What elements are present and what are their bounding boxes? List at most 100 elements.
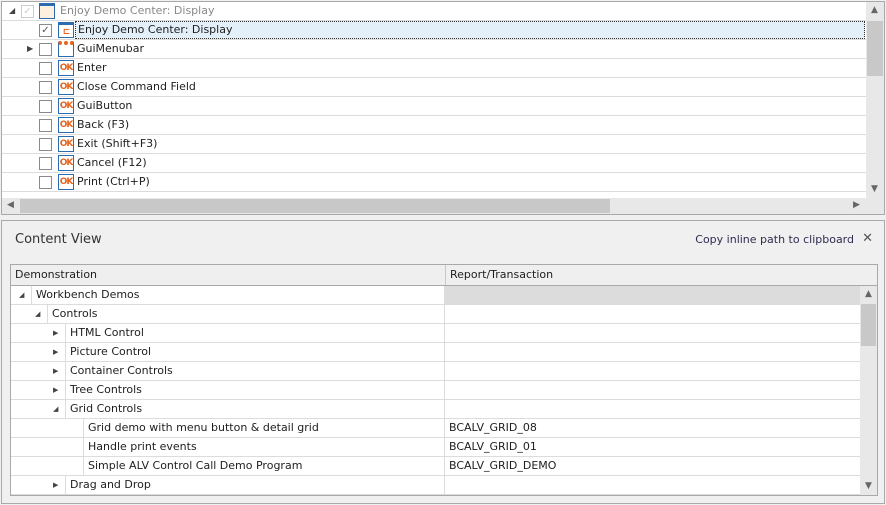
tree-item-label: Exit (Shift+F3) [77, 137, 158, 150]
panel-title: Content View [15, 232, 102, 247]
grid-row[interactable]: ◢ Grid Controls [11, 400, 860, 419]
ok-button-icon: OK [58, 79, 74, 95]
grid-row[interactable]: ◢ Controls [11, 305, 860, 324]
scroll-right-icon[interactable]: ▶ [848, 200, 865, 210]
ok-button-icon: OK [58, 98, 74, 114]
tree-item[interactable]: OK GuiButton [2, 97, 866, 116]
scroll-up-icon[interactable]: ▲ [860, 289, 877, 299]
expand-icon[interactable]: ▶ [53, 329, 58, 337]
grid-row[interactable]: Grid demo with menu button & detail grid… [11, 419, 860, 438]
item-checkbox[interactable] [39, 119, 52, 132]
ok-button-icon: OK [58, 60, 74, 76]
tree-item[interactable]: OK Print (Ctrl+P) [2, 173, 866, 192]
content-view-panel: Content View Copy inline path to clipboa… [1, 220, 885, 504]
report-cell [444, 324, 860, 342]
report-cell [444, 381, 860, 399]
demonstration-cell: Tree Controls [65, 381, 142, 399]
item-checkbox[interactable] [39, 43, 52, 56]
expand-icon[interactable]: ▶ [53, 348, 58, 356]
demonstration-cell: Container Controls [65, 362, 173, 380]
tree-item[interactable]: ▶ GuiMenubar [2, 40, 866, 59]
grid-row[interactable]: ▶ Tree Controls [11, 381, 860, 400]
report-cell: BCALV_GRID_01 [444, 438, 860, 456]
tree-item[interactable]: OK Exit (Shift+F3) [2, 135, 866, 154]
demonstration-cell: Drag and Drop [65, 476, 151, 494]
item-checkbox[interactable] [39, 157, 52, 170]
expand-icon[interactable]: ▶ [27, 44, 33, 53]
h-scroll-thumb[interactable] [20, 199, 610, 213]
item-checkbox[interactable] [39, 81, 52, 94]
scroll-down-icon[interactable]: ▼ [866, 184, 883, 194]
demonstration-cell: Simple ALV Control Call Demo Program [83, 457, 302, 475]
grid-header: Demonstration Report/Transaction [11, 265, 877, 286]
grid-row[interactable]: ▶ HTML Control [11, 324, 860, 343]
demonstration-cell: Grid demo with menu button & detail grid [83, 419, 319, 437]
item-checkbox[interactable]: ✓ [39, 24, 52, 37]
grid-scroll-thumb[interactable] [861, 304, 876, 346]
scroll-thumb[interactable] [867, 21, 883, 76]
grid-row[interactable]: ▶ Drag and Drop [11, 476, 860, 495]
grid-row[interactable]: ◢ Workbench Demos [11, 286, 860, 305]
tree-root-row[interactable]: ◢ ✓ Enjoy Demo Center: Display [2, 2, 866, 21]
grid-vertical-scrollbar[interactable]: ▲ ▼ [860, 286, 877, 495]
grid-row[interactable]: ▶ Picture Control [11, 343, 860, 362]
tree-item[interactable]: OK Back (F3) [2, 116, 866, 135]
grid-row[interactable]: Handle print events BCALV_GRID_01 [11, 438, 860, 457]
tree-root-label: Enjoy Demo Center: Display [60, 4, 215, 17]
scroll-down-icon[interactable]: ▼ [860, 481, 877, 491]
demonstration-cell: Handle print events [83, 438, 197, 456]
ok-button-icon: OK [58, 155, 74, 171]
demonstration-cell: Picture Control [65, 343, 151, 361]
scroll-up-icon[interactable]: ▲ [866, 5, 883, 15]
scroll-left-icon[interactable]: ◀ [2, 200, 19, 210]
collapse-icon[interactable]: ◢ [35, 310, 40, 318]
expand-icon[interactable]: ▶ [53, 367, 58, 375]
window-icon [39, 3, 55, 19]
demonstration-cell: Workbench Demos [31, 286, 140, 304]
tree-item[interactable]: OK Enter [2, 59, 866, 78]
demo-grid: Demonstration Report/Transaction ◢ Workbe… [10, 264, 878, 496]
tree-item[interactable]: ✓ ⊏ Enjoy Demo Center: Display [2, 21, 866, 40]
grid-row[interactable]: ▶ Container Controls [11, 362, 860, 381]
report-cell: BCALV_GRID_DEMO [444, 457, 860, 475]
column-header-demonstration[interactable]: Demonstration [15, 268, 97, 281]
expand-icon[interactable]: ▶ [53, 481, 58, 489]
expand-icon[interactable]: ▶ [53, 386, 58, 394]
menubar-icon [58, 41, 74, 57]
tree-item-label: Enter [77, 61, 107, 74]
report-cell [444, 476, 860, 494]
close-icon[interactable]: ✕ [862, 231, 873, 246]
tree-item-label: Close Command Field [77, 80, 196, 93]
element-tree-panel: ◢ ✓ Enjoy Demo Center: Display ✓ ⊏ Enjoy D… [1, 1, 885, 215]
horizontal-scrollbar[interactable]: ◀ ▶ [2, 198, 884, 214]
tree-item-label: Print (Ctrl+P) [77, 175, 150, 188]
vertical-scrollbar[interactable]: ▲ ▼ [866, 2, 884, 198]
collapse-icon[interactable]: ◢ [53, 405, 58, 413]
item-checkbox[interactable] [39, 62, 52, 75]
root-checkbox: ✓ [21, 5, 34, 18]
tree-item[interactable]: OK Cancel (F12) [2, 154, 866, 173]
tree-item-label: GuiMenubar [77, 42, 144, 55]
item-checkbox[interactable] [39, 100, 52, 113]
tree-item[interactable]: OK Close Command Field [2, 78, 866, 97]
report-cell [444, 400, 860, 418]
demonstration-cell: Controls [47, 305, 98, 323]
tree-item-label: GuiButton [77, 99, 133, 112]
demonstration-cell: Grid Controls [65, 400, 142, 418]
item-checkbox[interactable] [39, 176, 52, 189]
grid-row[interactable]: Simple ALV Control Call Demo Program BCAL… [11, 457, 860, 476]
collapse-icon[interactable]: ◢ [9, 6, 15, 15]
demonstration-cell: HTML Control [65, 324, 144, 342]
report-cell [444, 305, 860, 323]
report-cell: BCALV_GRID_08 [444, 419, 860, 437]
report-cell [444, 286, 860, 304]
column-header-report[interactable]: Report/Transaction [445, 265, 861, 285]
copy-path-link[interactable]: Copy inline path to clipboard [695, 233, 854, 246]
tree-item-label: Back (F3) [77, 118, 130, 131]
tree-item-label: Cancel (F12) [77, 156, 147, 169]
report-cell [444, 362, 860, 380]
tree-item-label: Enjoy Demo Center: Display [75, 21, 865, 39]
collapse-icon[interactable]: ◢ [19, 291, 24, 299]
ok-button-icon: OK [58, 136, 74, 152]
item-checkbox[interactable] [39, 138, 52, 151]
